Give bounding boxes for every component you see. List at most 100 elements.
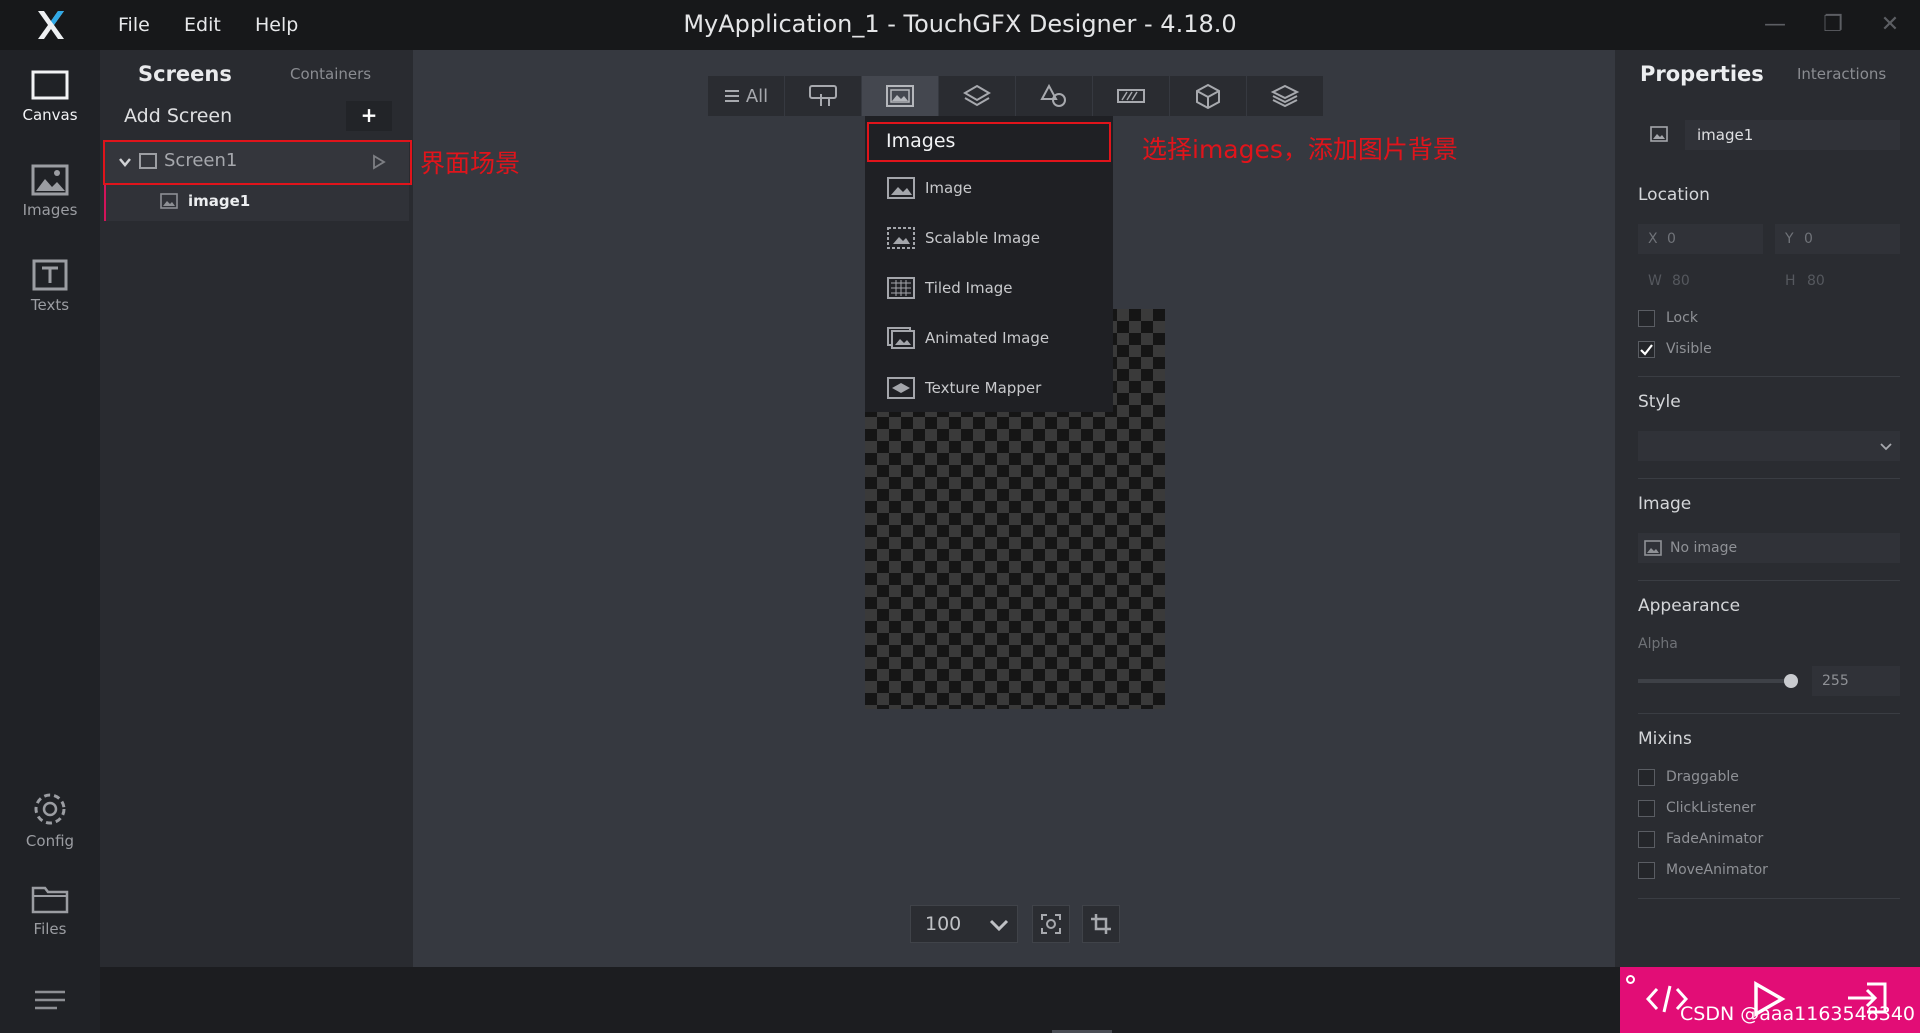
divider [1638,376,1900,377]
menu-lines-icon [35,990,65,1010]
alpha-slider-track[interactable] [1638,679,1793,683]
dropdown-item-animated-image[interactable]: Animated Image [865,318,1113,358]
w-input[interactable]: W 80 [1638,266,1763,296]
zoom-value: 100 [925,913,962,935]
tab-screens[interactable]: Screens [138,62,232,86]
folder-icon [31,886,69,914]
annotation-screen-note: 界面场景 [420,149,521,178]
annotation-images-note: 选择images，添加图片背景 [1142,135,1458,164]
divider [1638,478,1900,479]
nav-canvas[interactable]: Canvas [0,68,100,124]
draggable-checkbox[interactable] [1638,769,1655,786]
close-icon[interactable]: ✕ [1877,12,1903,38]
tab-containers[interactable]: Containers [290,65,371,83]
dropdown-item-label: Scalable Image [925,229,1040,247]
style-heading: Style [1638,392,1681,412]
images-icon [31,164,69,196]
stack-icon [1270,84,1300,108]
nav-canvas-label: Canvas [22,106,78,124]
dropdown-item-label: Image [925,179,972,197]
status-dot-icon [1626,975,1635,984]
moveanimator-checkbox[interactable] [1638,862,1655,879]
draggable-label: Draggable [1666,769,1739,785]
divider [1638,898,1900,899]
w-label: W [1648,273,1662,289]
y-input[interactable]: Y 0 [1775,224,1900,254]
image-heading: Image [1638,494,1692,514]
y-value: 0 [1804,231,1813,247]
dropdown-item-label: Tiled Image [925,279,1013,297]
filter-all-button[interactable]: All [708,76,784,116]
dropdown-item-scalable-image[interactable]: Scalable Image [865,218,1113,258]
clicklistener-checkbox[interactable] [1638,800,1655,817]
dropdown-item-image[interactable]: Image [865,168,1113,208]
nav-images[interactable]: Images [0,163,100,219]
add-screen-button[interactable]: + [346,101,392,131]
cube-icon [1196,83,1220,110]
moveanimator-label: MoveAnimator [1666,862,1768,878]
x-input[interactable]: X 0 [1638,224,1763,254]
style-select[interactable] [1638,431,1900,461]
x-label: X [1648,231,1658,247]
dropdown-item-tiled-image[interactable]: Tiled Image [865,268,1113,308]
tree-item-image1[interactable]: image1 [104,183,409,221]
log-toggle[interactable] [0,967,100,1033]
nav-texts-label: Texts [30,296,70,314]
category-progress[interactable] [1093,76,1169,116]
bottom-bar [0,967,1920,1033]
zoom-select[interactable]: 100 [910,905,1018,943]
image-select[interactable]: No image [1638,533,1900,563]
appearance-heading: Appearance [1638,596,1741,616]
nav-texts[interactable]: Texts [0,258,100,314]
shapes-icon [1040,83,1066,107]
visible-checkbox[interactable] [1638,341,1655,358]
nav-config-label: Config [25,832,75,850]
nav-files[interactable]: Files [0,882,100,938]
dropdown-item-texture-mapper[interactable]: Texture Mapper [865,368,1113,408]
maximize-icon[interactable]: ❐ [1820,12,1846,38]
category-images[interactable] [862,76,938,116]
category-3d[interactable] [1170,76,1246,116]
h-label: H [1785,273,1796,289]
annotation-box-screen [103,140,412,185]
fadeanimator-label: FadeAnimator [1666,831,1764,847]
category-containers[interactable] [939,76,1015,116]
alpha-slider-handle[interactable] [1784,674,1798,688]
nav-config[interactable]: Config [0,790,100,850]
alpha-input[interactable]: 255 [1812,666,1900,696]
checkmark-icon [1640,344,1653,356]
clicklistener-label: ClickListener [1666,800,1756,816]
h-value: 80 [1807,273,1825,289]
dropdown-item-label: Animated Image [925,329,1050,347]
canvas-area[interactable]: All Images Image Scalable Image Tiled Im… [413,50,1615,967]
image-icon [886,85,914,107]
texts-icon [32,259,68,291]
category-shapes[interactable] [1016,76,1092,116]
lock-checkbox[interactable] [1638,310,1655,327]
hand-icon [809,85,837,106]
chevron-down-icon [989,919,1009,932]
scalable-image-icon [887,227,915,249]
fit-screen-button[interactable] [1032,905,1070,943]
lock-label: Lock [1666,310,1698,326]
no-image-label: No image [1670,540,1738,556]
tab-interactions[interactable]: Interactions [1797,65,1886,83]
gear-icon [34,793,66,825]
fadeanimator-checkbox[interactable] [1638,831,1655,848]
dropdown-header: Images [867,122,1111,162]
image-icon [887,177,915,199]
minimize-icon[interactable]: — [1762,12,1788,38]
w-value: 80 [1672,273,1690,289]
image-icon [160,193,178,209]
crop-button[interactable] [1082,905,1120,943]
properties-panel: Properties Interactions image1 Location … [1615,50,1920,967]
category-misc[interactable] [1247,76,1323,116]
window-title: MyApplication_1 - TouchGFX Designer - 4.… [683,10,1237,38]
list-icon [724,90,739,102]
layers-icon [963,84,991,107]
category-buttons[interactable] [785,76,861,116]
tab-properties[interactable]: Properties [1640,62,1764,86]
h-input[interactable]: H 80 [1775,266,1900,296]
widget-name-input[interactable]: image1 [1685,120,1900,150]
progress-icon [1117,89,1145,103]
